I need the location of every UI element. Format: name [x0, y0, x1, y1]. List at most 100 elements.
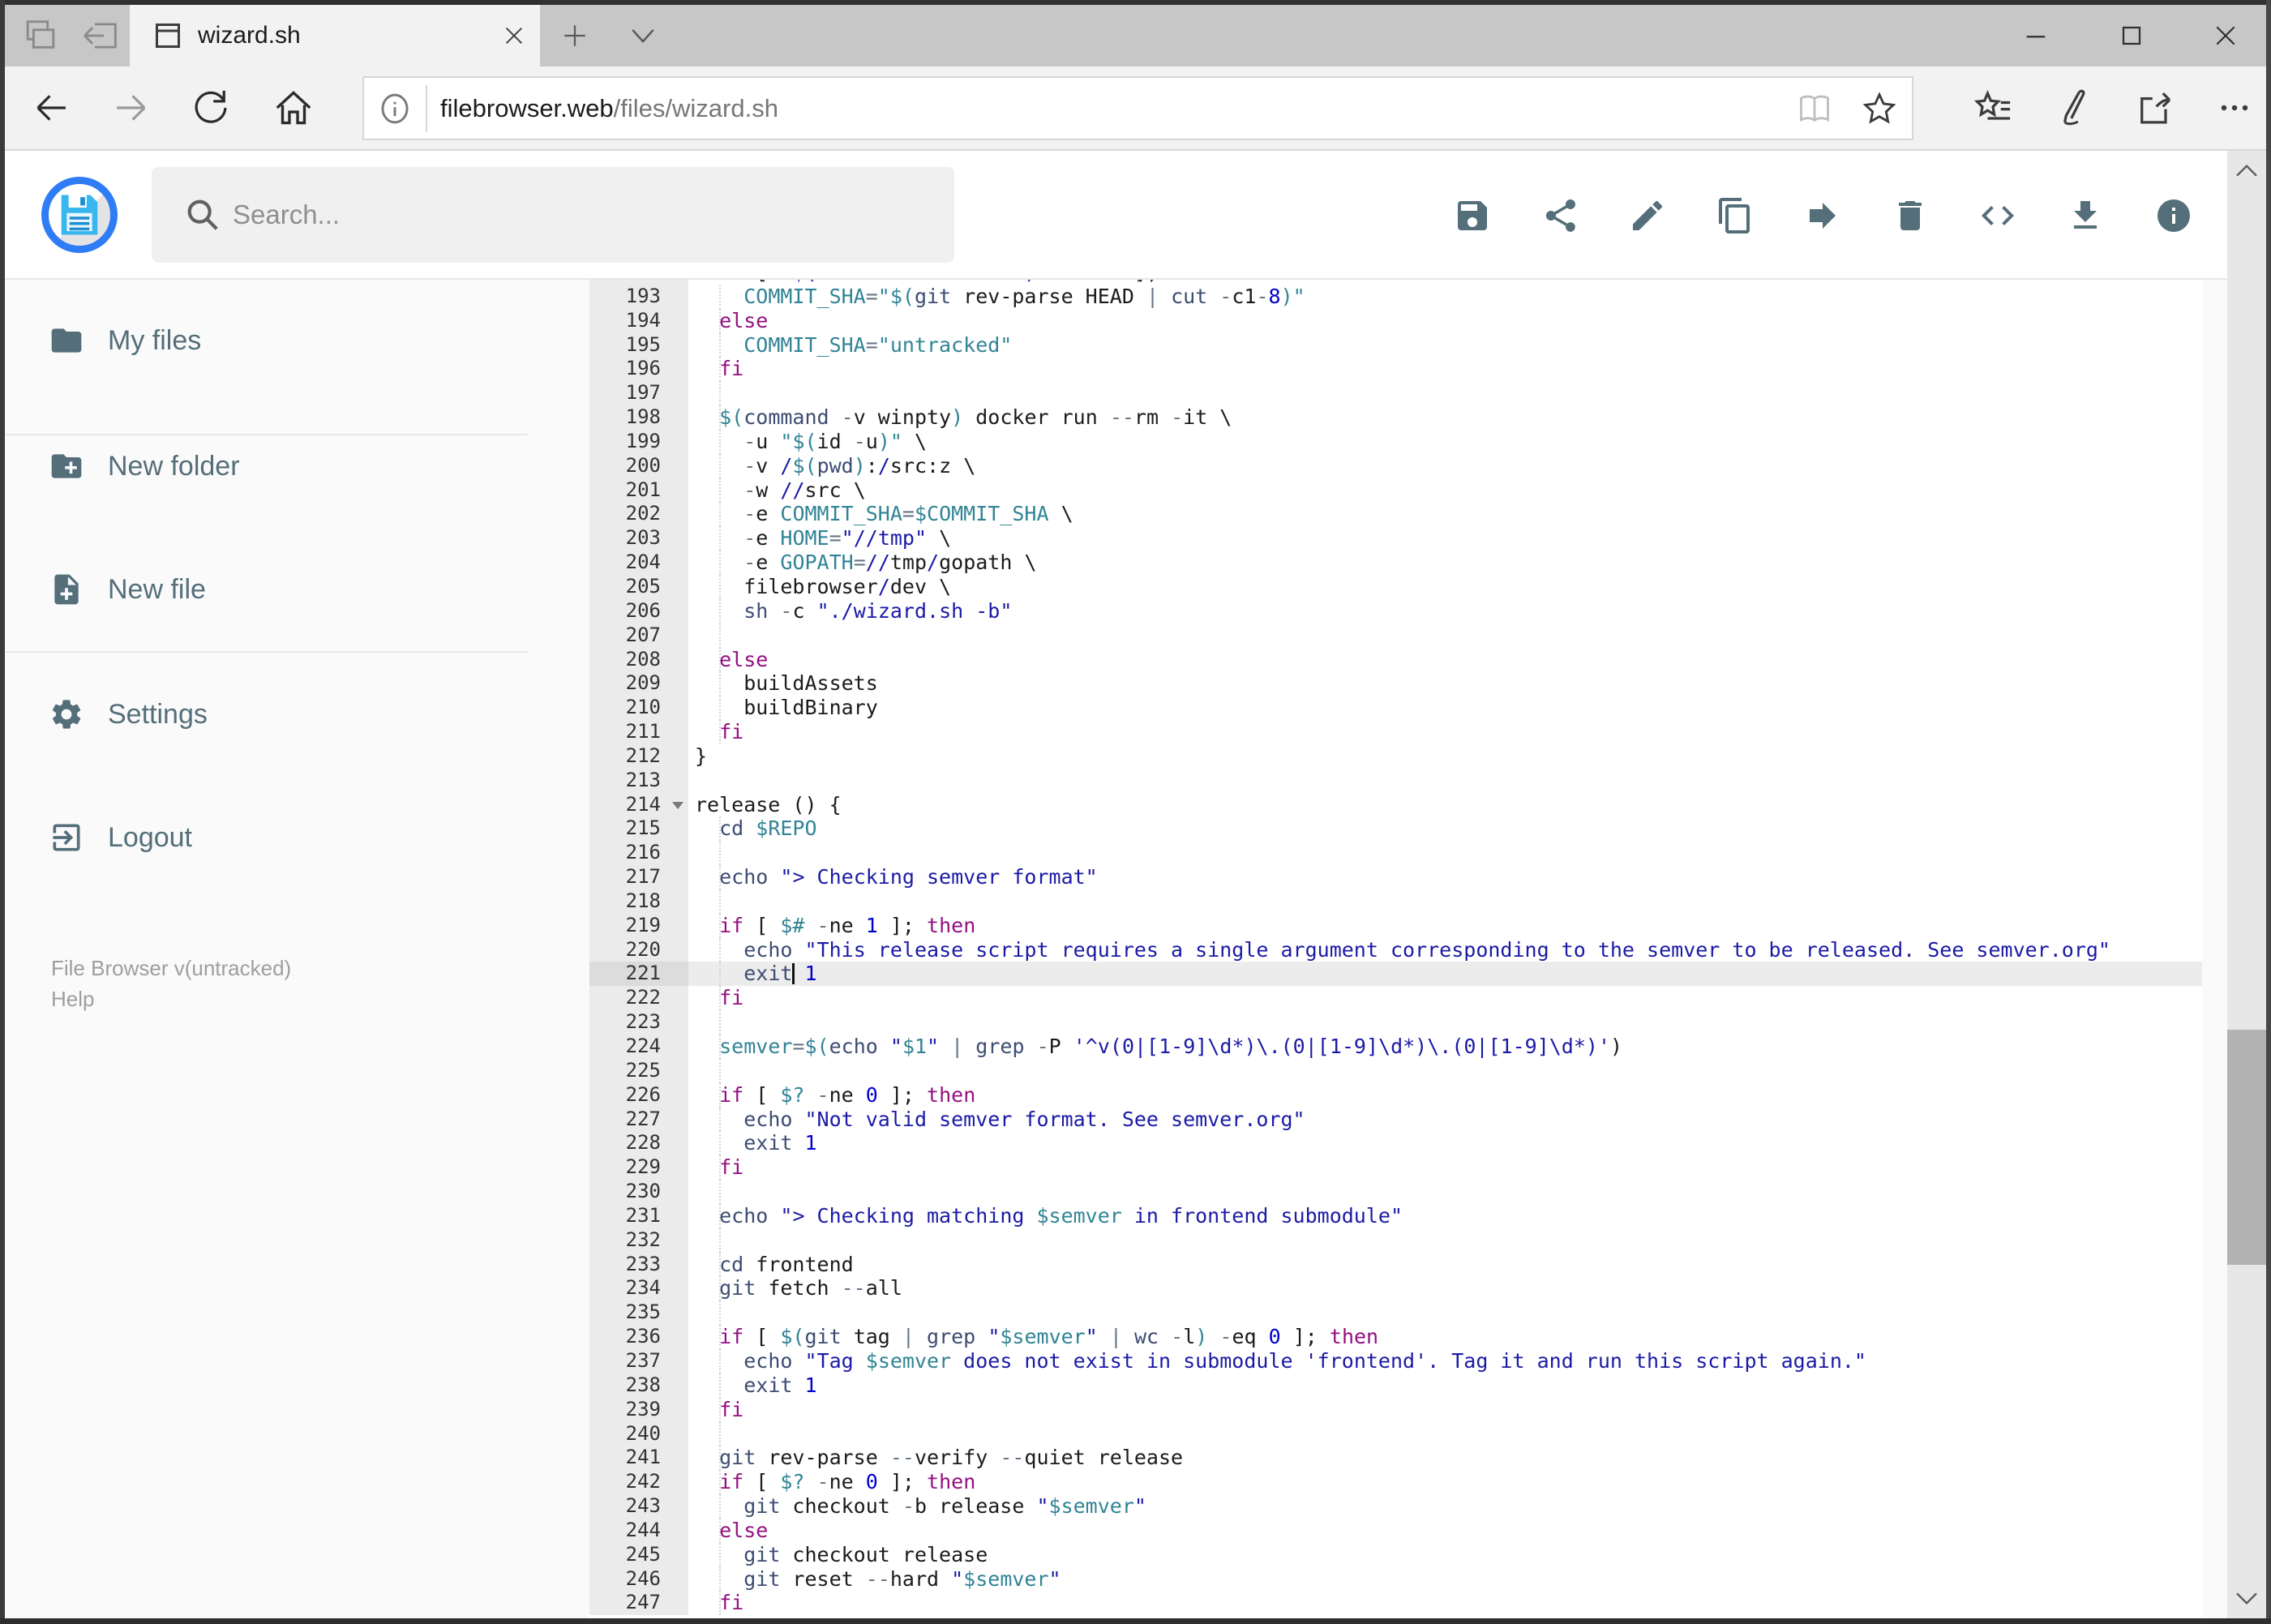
code-line[interactable]: 222 fi [589, 986, 2202, 1011]
code-line[interactable]: 204 -e GOPATH=//tmp/gopath \ [589, 551, 2202, 575]
code-line[interactable]: 209 buildAssets [589, 671, 2202, 696]
code-line[interactable]: 208 else [589, 647, 2202, 672]
code-line[interactable]: 242 if [ $? -ne 0 ]; then [589, 1470, 2202, 1495]
hub-icon[interactable] [1956, 66, 2029, 149]
code-line[interactable]: 234 git fetch --all [589, 1276, 2202, 1301]
favorite-star-icon[interactable] [1847, 79, 1912, 139]
code-line[interactable]: 201 -w //src \ [589, 478, 2202, 503]
tab-wizard-sh[interactable]: wizard.sh [130, 5, 540, 66]
code-line[interactable]: 224 semver=$(echo "$1" | grep -P '^v(0|[… [589, 1035, 2202, 1059]
code-line[interactable]: 211 fi [589, 720, 2202, 744]
code-line[interactable]: 226 if [ $? -ne 0 ]; then [589, 1082, 2202, 1108]
reading-view-icon[interactable] [1782, 79, 1847, 139]
code-line[interactable]: 220 echo "This release script requires a… [589, 937, 2202, 962]
more-icon[interactable] [2198, 66, 2271, 149]
site-info-icon[interactable] [364, 91, 426, 126]
code-line[interactable]: 216 [589, 841, 2202, 866]
code-line[interactable]: 194 else [589, 308, 2202, 333]
share-icon[interactable] [2119, 66, 2192, 149]
code-line[interactable]: 237 echo "Tag $semver does not exist in … [589, 1348, 2202, 1373]
url-bar[interactable]: filebrowser.web/files/wizard.sh [362, 76, 1913, 140]
home-icon[interactable] [257, 66, 330, 149]
code-line[interactable]: 239 fi [589, 1397, 2202, 1422]
tab-close-icon[interactable] [491, 13, 537, 58]
search-input[interactable]: Search... [152, 167, 954, 263]
code-line[interactable]: 198 $(command -v winpty) docker run --rm… [589, 405, 2202, 430]
code-line[interactable]: 213 [589, 768, 2202, 793]
code-line[interactable]: 215 cd $REPO [589, 816, 2202, 842]
code-line[interactable]: 236 if [ $(git tag | grep "$semver" | wc… [589, 1325, 2202, 1349]
scrollbar-thumb[interactable] [2227, 1030, 2266, 1265]
code-line[interactable]: 240 [589, 1421, 2202, 1446]
minimize-icon[interactable] [1998, 5, 2074, 66]
code-line[interactable]: 217 echo "> Checking semver format" [589, 865, 2202, 889]
code-line[interactable]: 233 cd frontend [589, 1252, 2202, 1277]
code-line[interactable]: 243 git checkout -b release "$semver" [589, 1494, 2202, 1519]
code-editor[interactable]: 192 if [ "$(command -v docker)" != "" ];… [589, 280, 2202, 1618]
fold-arrow-icon[interactable] [672, 801, 683, 809]
raw-code-button[interactable] [1976, 194, 2020, 238]
code-line[interactable]: 232 [589, 1228, 2202, 1253]
code-line[interactable]: 244 else [589, 1518, 2202, 1543]
code-line[interactable]: 197 [589, 381, 2202, 406]
back-icon[interactable] [15, 66, 88, 149]
code-line[interactable]: 228 exit 1 [589, 1131, 2202, 1156]
code-line[interactable]: 235 [589, 1300, 2202, 1326]
edit-button[interactable] [1626, 194, 1669, 238]
forward-icon[interactable] [95, 66, 168, 149]
code-line[interactable]: 231 echo "> Checking matching $semver in… [589, 1203, 2202, 1228]
tab-list-chevron-icon[interactable] [615, 5, 671, 66]
sidebar-item-settings[interactable]: Settings [5, 678, 528, 751]
maximize-icon[interactable] [2093, 5, 2170, 66]
share-button[interactable] [1539, 194, 1583, 238]
code-line[interactable]: 245 git checkout release [589, 1542, 2202, 1567]
code-line[interactable]: 218 [589, 889, 2202, 914]
code-line[interactable]: 227 echo "Not valid semver format. See s… [589, 1107, 2202, 1132]
move-button[interactable] [1801, 194, 1845, 238]
code-line[interactable]: 238 exit 1 [589, 1373, 2202, 1398]
code-line[interactable]: 223 [589, 1010, 2202, 1035]
delete-button[interactable] [1888, 194, 1932, 238]
help-link[interactable]: Help [51, 983, 291, 1014]
annotate-pen-icon[interactable] [2037, 66, 2110, 149]
tabs-set-aside-icon[interactable] [75, 5, 126, 66]
code-line[interactable]: 195 COMMIT_SHA="untracked" [589, 332, 2202, 358]
code-line[interactable]: 225 [589, 1058, 2202, 1083]
scrollbar[interactable] [2227, 151, 2266, 1618]
sidebar-item-new-file[interactable]: New file [5, 553, 528, 626]
scroll-down-icon[interactable] [2227, 1579, 2266, 1618]
sidebar-item-logout[interactable]: Logout [5, 801, 528, 874]
code-line[interactable]: 202 -e COMMIT_SHA=$COMMIT_SHA \ [589, 502, 2202, 527]
refresh-icon[interactable] [174, 66, 247, 149]
code-line[interactable]: 214 release () { [589, 792, 2202, 817]
code-line[interactable]: 241 git rev-parse --verify --quiet relea… [589, 1446, 2202, 1471]
code-line[interactable]: 219 if [ $# -ne 1 ]; then [589, 913, 2202, 938]
url-text[interactable]: filebrowser.web/files/wizard.sh [440, 94, 1782, 123]
scroll-up-icon[interactable] [2227, 151, 2266, 190]
code-line[interactable]: 193 COMMIT_SHA="$(git rev-parse HEAD | c… [589, 284, 2202, 309]
code-line[interactable]: 246 git reset --hard "$semver" [589, 1566, 2202, 1592]
code-line[interactable]: 205 filebrowser/dev \ [589, 574, 2202, 599]
code-line[interactable]: 199 -u "$(id -u)" \ [589, 429, 2202, 454]
tab-preview-icon[interactable] [15, 5, 66, 66]
code-line[interactable]: 247 fi [589, 1591, 2202, 1616]
sidebar-item-new-folder[interactable]: New folder [5, 430, 528, 503]
code-line[interactable]: 230 [589, 1180, 2202, 1204]
code-line[interactable]: 203 -e HOME="//tmp" \ [589, 526, 2202, 551]
info-button[interactable] [2152, 194, 2196, 238]
save-button[interactable] [1450, 194, 1494, 238]
code-line[interactable]: 212} [589, 743, 2202, 769]
filebrowser-logo[interactable] [41, 177, 118, 253]
code-line[interactable]: 206 sh -c "./wizard.sh -b" [589, 598, 2202, 623]
download-button[interactable] [2063, 194, 2107, 238]
code-line[interactable]: 210 buildBinary [589, 696, 2202, 721]
code-line[interactable]: 229 fi [589, 1155, 2202, 1181]
code-line[interactable]: 221 exit 1 [589, 962, 2202, 987]
code-line[interactable]: 207 [589, 623, 2202, 648]
window-close-icon[interactable] [2187, 5, 2264, 66]
sidebar-item-my-files[interactable]: My files [5, 304, 528, 377]
code-line[interactable]: 196 fi [589, 357, 2202, 382]
copy-button[interactable] [1713, 194, 1757, 238]
code-line[interactable]: 200 -v /$(pwd):/src:z \ [589, 453, 2202, 478]
new-tab-icon[interactable] [546, 5, 603, 66]
